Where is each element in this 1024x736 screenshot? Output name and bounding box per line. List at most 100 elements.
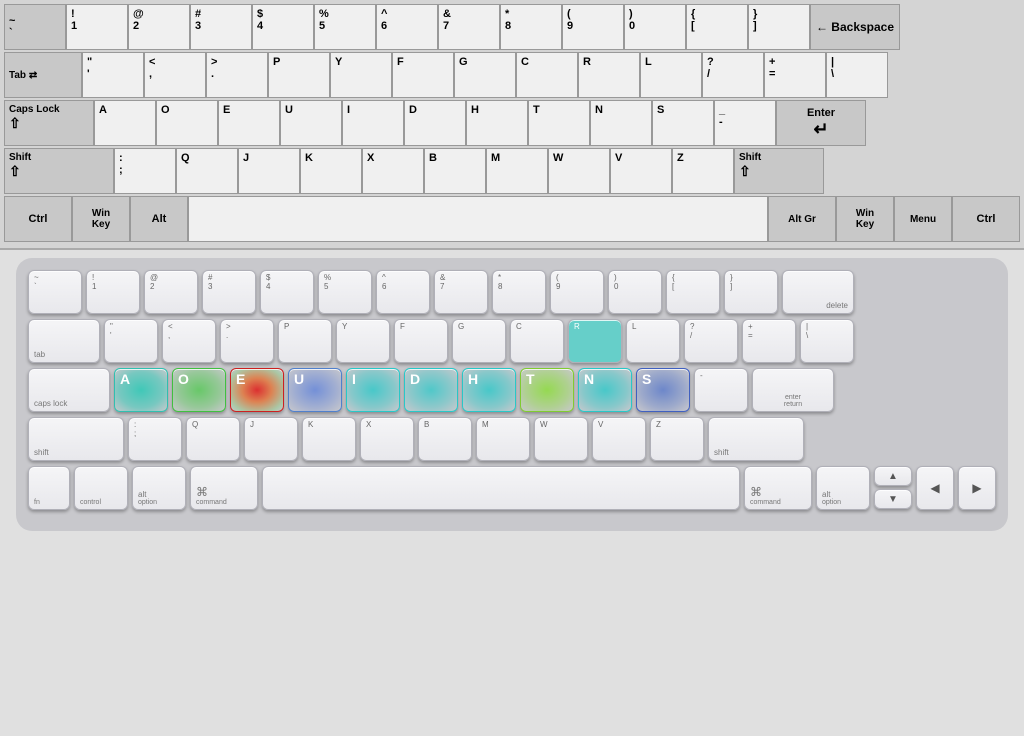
mac-key-z[interactable]: Z [650,417,704,461]
mac-key-delete[interactable]: delete [782,270,854,314]
mac-key-w[interactable]: W [534,417,588,461]
key-v[interactable]: V [610,148,672,194]
mac-key-t[interactable]: T [520,368,574,412]
key-altgr[interactable]: Alt Gr [768,196,836,242]
key-ctrl-left[interactable]: Ctrl [4,196,72,242]
key-q[interactable]: Q [176,148,238,194]
mac-key-0[interactable]: )0 [608,270,662,314]
key-w[interactable]: W [548,148,610,194]
key-gt[interactable]: >. [206,52,268,98]
mac-key-h[interactable]: H [462,368,516,412]
key-l[interactable]: L [640,52,702,98]
mac-key-arrow-up[interactable]: ▲ [874,466,912,486]
key-3[interactable]: #3 [190,4,252,50]
mac-key-caps[interactable]: caps lock [28,368,110,412]
key-lbracket[interactable]: {[ [686,4,748,50]
key-y[interactable]: Y [330,52,392,98]
mac-key-arrow-left[interactable]: ◀ [916,466,954,510]
mac-key-6[interactable]: ^6 [376,270,430,314]
mac-key-4[interactable]: $4 [260,270,314,314]
mac-key-tilde[interactable]: ~` [28,270,82,314]
key-f[interactable]: F [392,52,454,98]
mac-key-a[interactable]: A [114,368,168,412]
key-alt-left[interactable]: Alt [130,196,188,242]
key-quote[interactable]: "' [82,52,144,98]
mac-key-n[interactable]: N [578,368,632,412]
key-b[interactable]: B [424,148,486,194]
key-menu[interactable]: Menu [894,196,952,242]
mac-key-e[interactable]: E [230,368,284,412]
key-enter[interactable]: Enter ↵ [776,100,866,146]
key-d[interactable]: D [404,100,466,146]
key-ctrl-right[interactable]: Ctrl [952,196,1020,242]
mac-key-i[interactable]: I [346,368,400,412]
key-win-left[interactable]: WinKey [72,196,130,242]
key-t[interactable]: T [528,100,590,146]
mac-key-5[interactable]: %5 [318,270,372,314]
key-capslock[interactable]: Caps Lock ⇧ [4,100,94,146]
mac-key-x[interactable]: X [360,417,414,461]
mac-key-c[interactable]: C [510,319,564,363]
mac-key-space[interactable] [262,466,740,510]
mac-key-command-left[interactable]: ⌘ command [190,466,258,510]
mac-key-period[interactable]: >. [220,319,274,363]
key-tilde[interactable]: ~` [4,4,66,50]
mac-key-dash[interactable]: - [694,368,748,412]
key-s[interactable]: S [652,100,714,146]
mac-key-fn[interactable]: fn [28,466,70,510]
key-i[interactable]: I [342,100,404,146]
key-2[interactable]: @2 [128,4,190,50]
mac-key-j[interactable]: J [244,417,298,461]
mac-key-arrow-right[interactable]: ▶ [958,466,996,510]
mac-key-rbracket[interactable]: }] [724,270,778,314]
mac-key-quote[interactable]: "' [104,319,158,363]
mac-key-m[interactable]: M [476,417,530,461]
mac-key-lbracket[interactable]: {[ [666,270,720,314]
key-o[interactable]: O [156,100,218,146]
mac-key-q[interactable]: Q [186,417,240,461]
mac-key-r[interactable]: R [568,319,622,363]
mac-key-command-right[interactable]: ⌘ command [744,466,812,510]
key-g[interactable]: G [454,52,516,98]
mac-key-comma[interactable]: <, [162,319,216,363]
mac-key-p[interactable]: P [278,319,332,363]
mac-key-pipe[interactable]: |\ [800,319,854,363]
mac-key-f[interactable]: F [394,319,448,363]
key-rbracket[interactable]: }] [748,4,810,50]
key-equals[interactable]: += [764,52,826,98]
mac-key-semicolon[interactable]: :; [128,417,182,461]
mac-key-b[interactable]: B [418,417,472,461]
key-7[interactable]: &7 [438,4,500,50]
mac-key-shift-right[interactable]: shift [708,417,804,461]
mac-key-enter[interactable]: enter return [752,368,834,412]
key-backslash[interactable]: |\ [826,52,888,98]
mac-key-shift-left[interactable]: shift [28,417,124,461]
key-8[interactable]: *8 [500,4,562,50]
key-semicolon[interactable]: :; [114,148,176,194]
key-h[interactable]: H [466,100,528,146]
key-slash[interactable]: ?/ [702,52,764,98]
key-5[interactable]: %5 [314,4,376,50]
mac-key-8[interactable]: *8 [492,270,546,314]
key-lt[interactable]: <, [144,52,206,98]
key-r[interactable]: R [578,52,640,98]
key-4[interactable]: $4 [252,4,314,50]
key-u[interactable]: U [280,100,342,146]
mac-key-7[interactable]: &7 [434,270,488,314]
mac-key-option-right[interactable]: alt option [816,466,870,510]
key-0[interactable]: )0 [624,4,686,50]
mac-key-3[interactable]: #3 [202,270,256,314]
key-p[interactable]: P [268,52,330,98]
mac-key-tab[interactable]: tab [28,319,100,363]
mac-key-d[interactable]: D [404,368,458,412]
mac-key-y[interactable]: Y [336,319,390,363]
key-6[interactable]: ^6 [376,4,438,50]
key-win-right[interactable]: WinKey [836,196,894,242]
key-shift-left[interactable]: Shift ⇧ [4,148,114,194]
key-9[interactable]: (9 [562,4,624,50]
mac-key-equals[interactable]: += [742,319,796,363]
key-e[interactable]: E [218,100,280,146]
mac-key-g[interactable]: G [452,319,506,363]
key-dash[interactable]: _- [714,100,776,146]
mac-key-2[interactable]: @2 [144,270,198,314]
